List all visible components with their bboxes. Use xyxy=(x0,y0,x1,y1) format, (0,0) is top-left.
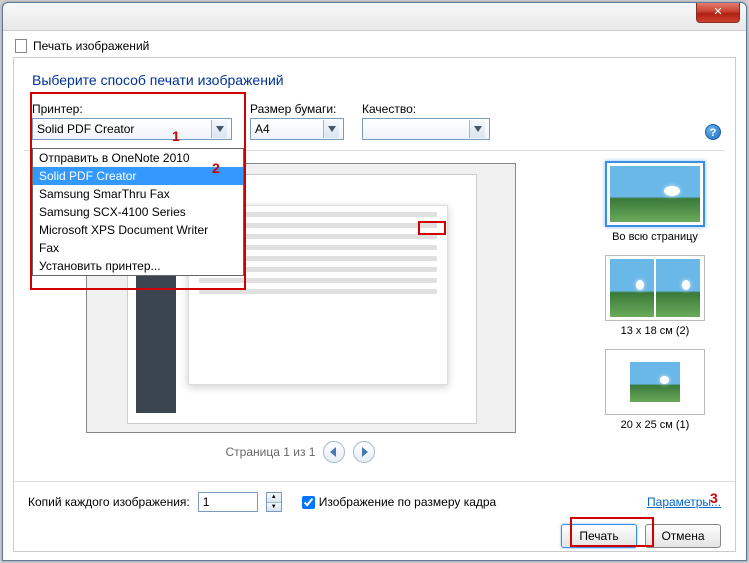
chevron-down-icon xyxy=(469,120,485,138)
paper-label: Размер бумаги: xyxy=(250,102,344,116)
controls-row: Принтер: Solid PDF Creator Размер бумаги… xyxy=(14,98,735,146)
dropdown-item[interactable]: Fax xyxy=(33,239,243,257)
dropdown-item[interactable]: Samsung SCX-4100 Series xyxy=(33,203,243,221)
printer-value: Solid PDF Creator xyxy=(37,122,211,136)
pager: Страница 1 из 1 xyxy=(226,441,376,463)
dialog-title: Печать изображений xyxy=(33,39,149,53)
fit-label: Изображение по размеру кадра xyxy=(319,495,496,509)
dropdown-item[interactable]: Отправить в OneNote 2010 xyxy=(33,149,243,167)
bottom-strip: Копий каждого изображения: ▲ ▼ Изображен… xyxy=(14,481,735,518)
cancel-button[interactable]: Отмена xyxy=(645,524,721,548)
quality-label: Качество: xyxy=(362,102,490,116)
layout-thumbnail xyxy=(605,349,705,415)
copies-input[interactable] xyxy=(198,492,258,512)
printer-icon xyxy=(15,39,27,53)
layout-option[interactable]: 13 x 18 см (2) xyxy=(585,255,725,337)
layout-label: 20 x 25 см (1) xyxy=(621,419,690,431)
dropdown-item[interactable]: Microsoft XPS Document Writer xyxy=(33,221,243,239)
quality-combo[interactable] xyxy=(362,118,490,140)
close-button[interactable]: ✕ xyxy=(696,3,740,23)
layout-label: Во всю страницу xyxy=(612,231,698,243)
dropdown-item[interactable]: Установить принтер... xyxy=(33,257,243,275)
printer-label: Принтер: xyxy=(32,102,232,116)
copies-label: Копий каждого изображения: xyxy=(28,495,190,509)
print-button[interactable]: Печать xyxy=(561,524,637,548)
titlebar: ✕ xyxy=(3,3,746,31)
pager-text: Страница 1 из 1 xyxy=(226,445,316,459)
layouts-pane[interactable]: Во всю страницу 13 x 18 см (2) 20 x 25 см … xyxy=(585,157,725,481)
paper-value: A4 xyxy=(255,122,323,136)
dropdown-item[interactable]: Samsung SmarThru Fax xyxy=(33,185,243,203)
printer-dropdown[interactable]: Отправить в OneNote 2010Solid PDF Creato… xyxy=(32,148,244,276)
dialog-header: Печать изображений xyxy=(3,31,746,57)
help-icon[interactable]: ? xyxy=(705,124,721,140)
layout-thumbnail xyxy=(605,161,705,227)
chevron-down-icon xyxy=(211,120,227,138)
prev-page-button[interactable] xyxy=(323,441,345,463)
spinner-up-icon[interactable]: ▲ xyxy=(267,493,281,503)
layout-label: 13 x 18 см (2) xyxy=(621,325,690,337)
parameters-link[interactable]: Параметры... xyxy=(647,495,721,509)
layout-thumbnail xyxy=(605,255,705,321)
copies-spinner[interactable]: ▲ ▼ xyxy=(266,492,282,512)
fit-checkbox[interactable] xyxy=(302,496,315,509)
next-page-button[interactable] xyxy=(353,441,375,463)
dialog-subtitle: Выберите способ печати изображений xyxy=(14,58,735,98)
chevron-down-icon xyxy=(323,120,339,138)
print-dialog: ✕ Печать изображений Выберите способ печ… xyxy=(2,2,747,561)
layout-option[interactable]: 20 x 25 см (1) xyxy=(585,349,725,431)
paper-size-combo[interactable]: A4 xyxy=(250,118,344,140)
dropdown-item[interactable]: Solid PDF Creator xyxy=(33,167,243,185)
printer-combo[interactable]: Solid PDF Creator xyxy=(32,118,232,140)
dialog-body: Выберите способ печати изображений Принт… xyxy=(13,57,736,552)
fit-checkbox-wrap[interactable]: Изображение по размеру кадра xyxy=(302,495,496,509)
layout-option[interactable]: Во всю страницу xyxy=(585,161,725,243)
button-row: Печать Отмена xyxy=(14,518,735,558)
spinner-down-icon[interactable]: ▼ xyxy=(267,503,281,512)
